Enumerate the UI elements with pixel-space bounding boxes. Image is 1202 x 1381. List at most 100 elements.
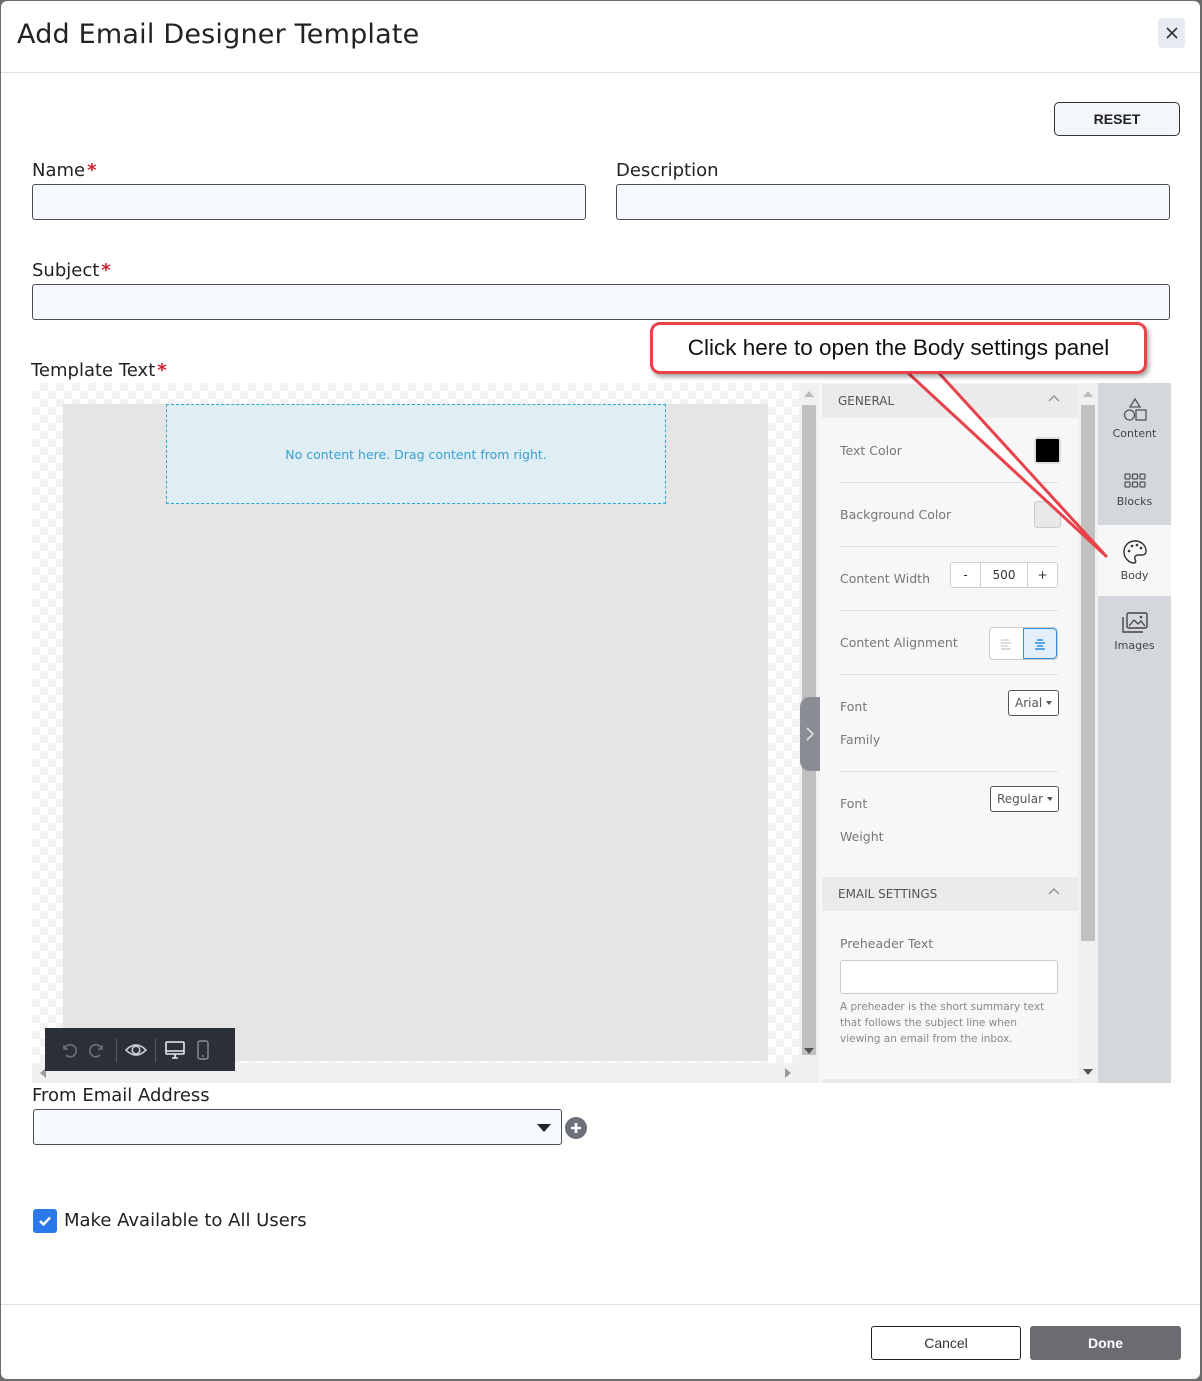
divider	[840, 771, 1058, 772]
mobile-icon	[197, 1039, 209, 1060]
content-width-stepper: - 500 +	[950, 562, 1058, 588]
name-label-text: Name	[32, 160, 86, 181]
editor-toolbar	[45, 1028, 235, 1071]
body-settings-panel: GENERAL Text Color Background Color Cont…	[822, 383, 1078, 1083]
cancel-button[interactable]: Cancel	[871, 1326, 1021, 1360]
tab-images[interactable]: Images	[1098, 596, 1171, 667]
font-family-dropdown[interactable]: Arial	[1008, 690, 1059, 716]
make-available-checkbox[interactable]	[33, 1209, 57, 1233]
align-left-button[interactable]	[990, 628, 1023, 659]
divider	[840, 610, 1058, 611]
close-icon	[1165, 27, 1178, 39]
subject-label: Subject *	[32, 260, 111, 281]
divider	[840, 546, 1058, 547]
content-width-row: Content Width - 500 +	[840, 562, 1058, 599]
scroll-right-arrow-icon[interactable]	[785, 1068, 791, 1078]
section-footer	[822, 1079, 1078, 1083]
scrollbar-thumb[interactable]	[1081, 405, 1095, 941]
shapes-icon	[1123, 397, 1147, 421]
content-width-value[interactable]: 500	[980, 563, 1028, 587]
email-settings-section-header[interactable]: EMAIL SETTINGS	[822, 877, 1078, 911]
general-section-title: GENERAL	[838, 394, 895, 408]
general-section-header[interactable]: GENERAL	[822, 384, 1078, 418]
content-width-label: Content Width	[840, 571, 931, 586]
font-weight-row: Font Weight Regular	[840, 786, 1059, 854]
scroll-down-arrow-icon[interactable]	[1083, 1069, 1093, 1075]
background-color-label: Background Color	[840, 507, 952, 522]
tab-body[interactable]: Body	[1098, 525, 1171, 596]
tab-blocks-label: Blocks	[1116, 495, 1153, 508]
tab-content[interactable]: Content	[1098, 383, 1171, 454]
undo-button[interactable]	[55, 1036, 83, 1064]
content-alignment-label: Content Alignment	[840, 635, 958, 650]
scroll-up-arrow-icon[interactable]	[804, 391, 814, 397]
alignment-toggle-group	[989, 627, 1058, 660]
settings-vertical-scrollbar[interactable]	[1078, 383, 1098, 1083]
font-family-label-2: Family	[840, 732, 881, 747]
add-email-address-button[interactable]	[565, 1117, 587, 1139]
dialog-title: Add Email Designer Template	[17, 19, 420, 50]
close-button[interactable]	[1158, 18, 1185, 48]
align-left-icon	[1001, 638, 1012, 650]
description-input[interactable]	[616, 184, 1170, 220]
plus-icon	[571, 1123, 581, 1133]
designer-side-tabs: Content Blocks Body Images	[1098, 383, 1171, 1083]
name-label: Name *	[32, 160, 97, 181]
annotation-callout: Click here to open the Body settings pan…	[650, 322, 1147, 374]
footer-divider	[1, 1304, 1200, 1305]
template-text-label-text: Template Text	[31, 360, 156, 381]
dropdown-caret-icon	[537, 1124, 551, 1132]
font-family-label: Font	[840, 699, 868, 714]
chevron-right-icon	[806, 727, 814, 741]
font-weight-label-2: Weight	[840, 829, 884, 844]
font-weight-label: Font	[840, 796, 868, 811]
tab-content-label: Content	[1112, 427, 1157, 440]
collapse-panel-button[interactable]	[800, 697, 820, 771]
palette-icon	[1122, 540, 1147, 564]
background-color-swatch[interactable]	[1034, 501, 1061, 528]
desktop-icon	[165, 1040, 185, 1059]
scroll-down-arrow-icon[interactable]	[804, 1048, 814, 1054]
text-color-swatch[interactable]	[1034, 437, 1061, 464]
toolbar-divider	[116, 1037, 117, 1062]
redo-button[interactable]	[83, 1036, 111, 1064]
preheader-text-input[interactable]	[840, 960, 1058, 994]
drop-zone-text: No content here. Drag content from right…	[285, 446, 547, 462]
scroll-up-arrow-icon[interactable]	[1083, 391, 1093, 397]
subject-label-text: Subject	[32, 260, 100, 281]
preheader-help-text: A preheader is the short summary text th…	[840, 1001, 1045, 1045]
text-color-label: Text Color	[840, 443, 902, 458]
description-label: Description	[616, 160, 719, 181]
align-center-icon	[1034, 638, 1045, 650]
design-canvas[interactable]: No content here. Drag content from right…	[32, 383, 799, 1083]
chevron-up-icon	[1048, 887, 1060, 895]
mobile-view-button[interactable]	[189, 1036, 217, 1064]
preheader-label: Preheader Text	[840, 936, 934, 951]
preheader-row: Preheader Text	[840, 936, 1058, 956]
images-icon	[1121, 612, 1148, 633]
add-email-template-dialog: Add Email Designer Template RESET Name * …	[1, 1, 1200, 1379]
caret-down-icon	[1046, 701, 1052, 705]
preview-button[interactable]	[122, 1036, 150, 1064]
content-alignment-row: Content Alignment	[840, 627, 1058, 663]
decrement-button[interactable]: -	[951, 563, 980, 587]
reset-button[interactable]: RESET	[1054, 102, 1180, 136]
checkmark-icon	[39, 1216, 51, 1227]
email-settings-title: EMAIL SETTINGS	[838, 887, 938, 901]
toolbar-divider	[155, 1037, 156, 1062]
content-drop-zone[interactable]: No content here. Drag content from right…	[166, 404, 666, 504]
align-center-button[interactable]	[1022, 628, 1057, 659]
tab-body-label: Body	[1120, 569, 1149, 582]
divider	[840, 482, 1058, 483]
increment-button[interactable]: +	[1028, 563, 1057, 587]
font-family-value: Arial	[1015, 696, 1043, 710]
from-email-select[interactable]	[33, 1109, 562, 1145]
font-weight-dropdown[interactable]: Regular	[990, 786, 1059, 812]
font-weight-value: Regular	[997, 792, 1044, 806]
tab-blocks[interactable]: Blocks	[1098, 454, 1171, 525]
subject-input[interactable]	[32, 284, 1170, 320]
required-mark: *	[157, 360, 167, 381]
name-input[interactable]	[32, 184, 586, 220]
desktop-view-button[interactable]	[161, 1036, 189, 1064]
done-button[interactable]: Done	[1030, 1326, 1181, 1360]
